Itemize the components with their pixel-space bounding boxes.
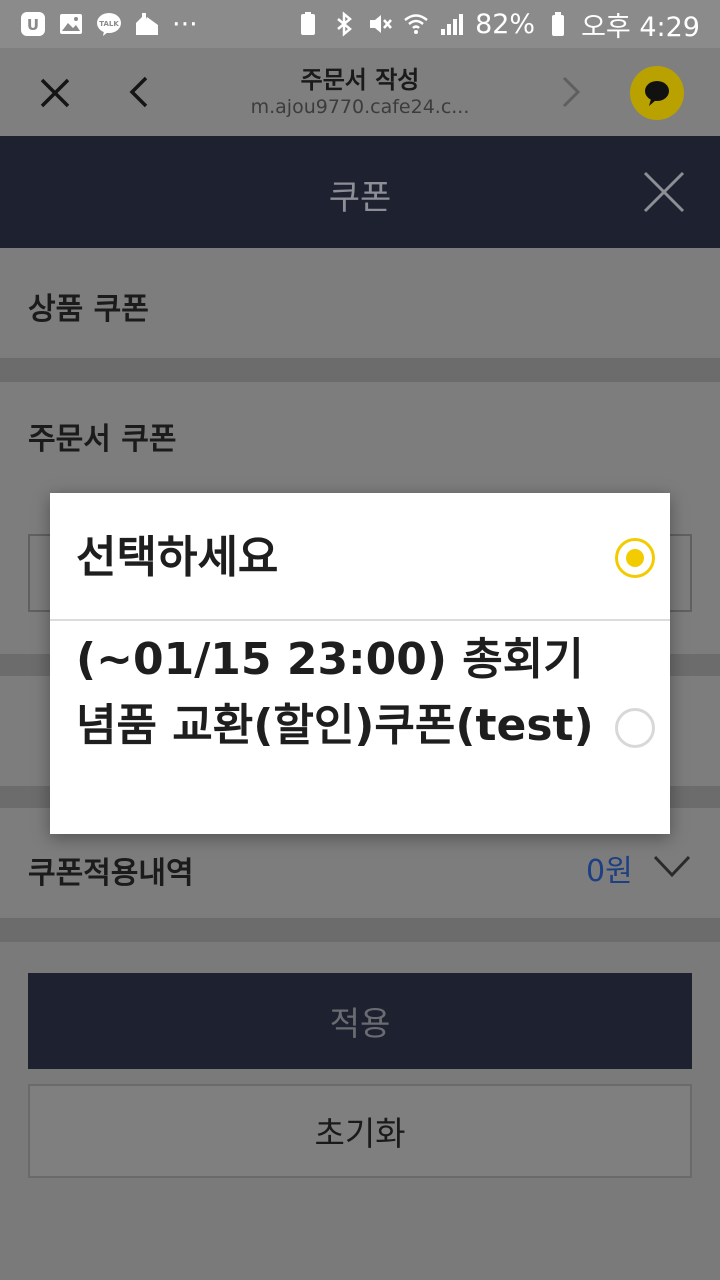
chat-bubble-icon xyxy=(645,81,669,106)
coupon-header: 쿠폰 xyxy=(0,136,720,248)
close-icon[interactable] xyxy=(642,170,686,214)
kakaotalk-icon: TALK xyxy=(97,13,121,36)
battery-saver-icon xyxy=(301,12,316,35)
coupon-summary-value: 0원 xyxy=(586,854,633,889)
coupon-summary-label: 쿠폰적용내역 xyxy=(28,856,194,891)
page-title: 주문서 작성 xyxy=(300,66,420,94)
option-label: 선택하세요 xyxy=(76,532,279,583)
product-coupon-label: 상품 쿠폰 xyxy=(28,292,149,327)
back-arrow-icon[interactable] xyxy=(124,74,154,110)
wifi-icon xyxy=(404,14,428,34)
radio-selected-icon[interactable] xyxy=(615,538,655,578)
divider xyxy=(0,358,720,382)
dialog-option[interactable]: (~01/15 23:00) 총회기념품 교환(할인)쿠폰(test) xyxy=(50,623,670,834)
close-icon[interactable] xyxy=(38,76,72,110)
option-label: (~01/15 23:00) 총회기념품 교환(할인)쿠폰(test) xyxy=(76,634,594,751)
product-coupon-section[interactable]: 상품 쿠폰 xyxy=(0,248,720,358)
mute-icon xyxy=(370,15,393,33)
clock: 오후 4:29 xyxy=(581,11,700,43)
order-coupon-label: 주문서 쿠폰 xyxy=(28,422,177,457)
chevron-down-icon[interactable] xyxy=(652,852,692,880)
status-bar: U TALK ··· 82% 오후 4:29 xyxy=(0,0,720,48)
kakaotalk-share-button[interactable] xyxy=(630,66,684,120)
divider xyxy=(0,918,720,942)
gallery-icon xyxy=(60,14,82,34)
radio-unselected-icon[interactable] xyxy=(615,708,655,748)
bluetooth-icon xyxy=(337,11,353,37)
in-app-browser-header: 주문서 작성 m.ajou9770.cafe24.c... xyxy=(0,48,720,136)
app-notification-icon: U xyxy=(21,12,45,36)
signal-icon xyxy=(441,14,464,35)
apply-button[interactable]: 적용 xyxy=(28,973,692,1069)
coupon-title: 쿠폰 xyxy=(328,178,392,218)
svg-text:U: U xyxy=(27,16,39,34)
forward-arrow-icon[interactable] xyxy=(556,74,586,110)
page-url: m.ajou9770.cafe24.c... xyxy=(250,96,470,118)
home-notification-icon xyxy=(136,13,158,35)
dialog-option[interactable]: 선택하세요 xyxy=(50,493,670,621)
coupon-select-dialog: 선택하세요 (~01/15 23:00) 총회기념품 교환(할인)쿠폰(test… xyxy=(50,493,670,834)
reset-button[interactable]: 초기화 xyxy=(28,1084,692,1178)
battery-percent: 82% xyxy=(475,8,536,40)
battery-icon xyxy=(552,12,565,36)
svg-text:TALK: TALK xyxy=(99,20,119,28)
notification-dots: ··· xyxy=(172,8,198,40)
